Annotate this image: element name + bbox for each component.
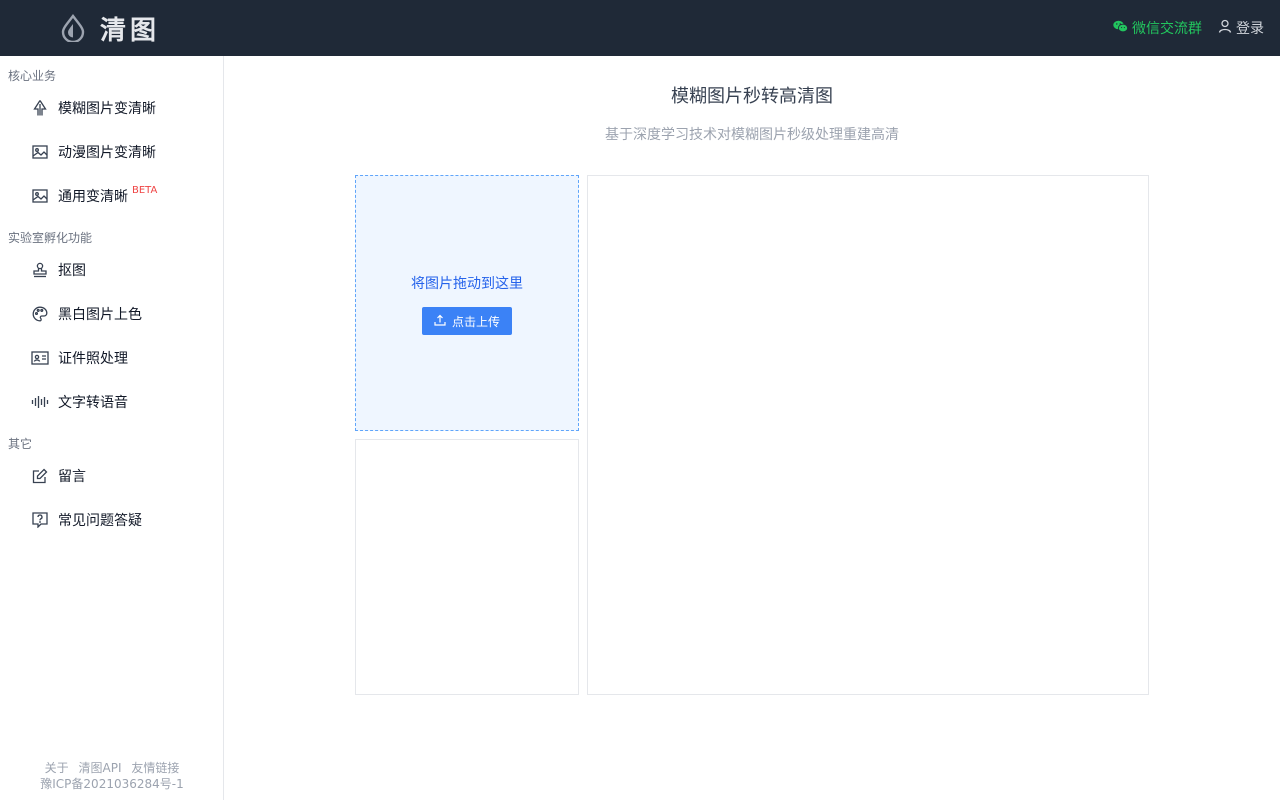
login-link[interactable]: 登录 [1218,18,1264,38]
waveform-icon [31,393,49,411]
sidebar-item-id-photo[interactable]: 证件照处理 [0,336,223,380]
wechat-icon [1113,20,1128,37]
tree-icon [31,99,49,117]
sidebar-item-label: 文字转语音 [58,395,128,411]
original-preview-panel [355,439,579,695]
sidebar-item-cutout[interactable]: 抠图 [0,248,223,292]
footer-link-api[interactable]: 清图API [79,761,122,775]
sidebar-item-text-to-speech[interactable]: 文字转语音 [0,380,223,424]
sidebar-item-anime-to-clear[interactable]: 动漫图片变清晰 [0,130,223,174]
section-title-core: 核心业务 [8,69,57,83]
top-bar: 清图 微信交流群 登录 [0,0,1280,56]
sidebar-item-label: 证件照处理 [58,351,128,367]
image-icon [31,143,49,161]
drop-hint: 将图片拖动到这里 [411,276,523,292]
icp-record[interactable]: 豫ICP备2021036284号-1 [0,776,224,792]
wechat-group-link[interactable]: 微信交流群 [1113,18,1202,38]
sidebar-item-label: 黑白图片上色 [58,307,142,323]
logo-text: 清图 [100,15,161,46]
palette-icon [31,305,49,323]
upload-drop-zone[interactable]: 将图片拖动到这里 点击上传 [355,175,579,431]
sidebar-item-label: 抠图 [58,263,86,279]
login-label: 登录 [1236,21,1264,37]
upload-icon [434,314,446,329]
sidebar-item-label: 模糊图片变清晰 [58,101,156,117]
sidebar-item-colorize[interactable]: 黑白图片上色 [0,292,223,336]
page-subtitle: 基于深度学习技术对模糊图片秒级处理重建高清 [605,127,899,143]
logo-drop-icon [60,13,86,43]
wechat-group-label: 微信交流群 [1132,21,1202,37]
sidebar-item-message[interactable]: 留言 [0,454,223,498]
sidebar-item-label: 留言 [58,469,86,485]
sidebar-item-label: 动漫图片变清晰 [58,145,156,161]
sidebar: 核心业务 模糊图片变清晰 动漫图片变清晰 通用变清晰 BETA 实验室孵化功能 [0,56,224,800]
sidebar-item-faq[interactable]: 常见问题答疑 [0,498,223,542]
sidebar-item-label: 常见问题答疑 [58,513,142,529]
user-icon [1218,19,1232,37]
sidebar-item-general-to-clear[interactable]: 通用变清晰 BETA [0,174,223,218]
section-title-lab: 实验室孵化功能 [8,231,93,245]
section-title-other: 其它 [8,437,33,451]
upload-button-label: 点击上传 [451,314,500,329]
footer-link-friends[interactable]: 友情链接 [131,761,179,775]
sidebar-footer: 关于 清图API 友情链接 豫ICP备2021036284号-1 [0,760,224,792]
page-title: 模糊图片秒转高清图 [671,86,833,107]
question-icon [31,511,49,529]
logo[interactable]: 清图 [60,12,161,46]
edit-icon [31,467,49,485]
result-preview-panel [587,175,1149,695]
sidebar-item-label: 通用变清晰 [58,189,128,205]
stamp-icon [31,261,49,279]
beta-badge: BETA [132,184,158,196]
image-icon [31,187,49,205]
upload-button[interactable]: 点击上传 [422,307,512,335]
id-card-icon [31,349,49,367]
sidebar-item-blurry-to-clear[interactable]: 模糊图片变清晰 [0,86,223,130]
footer-link-about[interactable]: 关于 [45,761,69,775]
